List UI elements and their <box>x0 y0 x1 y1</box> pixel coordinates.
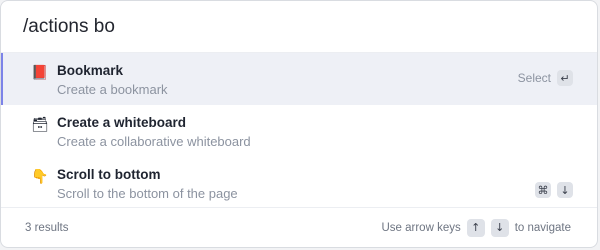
result-texts: Create a whiteboard Create a collaborati… <box>57 105 251 157</box>
hint-prefix: Use arrow keys <box>381 221 461 234</box>
result-description: Create a bookmark <box>57 82 168 97</box>
book-icon: 📕 <box>31 64 49 80</box>
results-list: 📕 Bookmark Create a bookmark Select ↵ 🗃 … <box>1 53 597 209</box>
palette-footer: 3 results Use arrow keys ↑ ↓ to navigate <box>1 207 597 247</box>
arrow-down-key-icon: ↓ <box>490 218 509 237</box>
result-title: Scroll to bottom <box>57 167 161 182</box>
card-file-box-icon: 🗃 <box>31 116 49 132</box>
enter-key-icon: ↵ <box>557 70 573 86</box>
result-description: Scroll to the bottom of the page <box>57 186 238 201</box>
command-palette: 📕 Bookmark Create a bookmark Select ↵ 🗃 … <box>0 0 598 248</box>
select-hint: Select ↵ <box>518 70 573 86</box>
result-texts: Scroll to bottom Scroll to the bottom of… <box>57 157 238 209</box>
pointing-down-hand-icon: 👇 <box>31 168 49 184</box>
command-key-icon: ⌘ <box>535 182 551 198</box>
arrow-down-key-icon: ↓ <box>557 182 573 198</box>
navigation-hint: Use arrow keys ↑ ↓ to navigate <box>381 218 571 237</box>
result-item-create-whiteboard[interactable]: 🗃 Create a whiteboard Create a collabora… <box>1 105 597 157</box>
search-row <box>1 1 597 53</box>
result-title: Create a whiteboard <box>57 115 187 130</box>
hint-suffix: to navigate <box>514 221 571 234</box>
arrow-up-key-icon: ↑ <box>466 218 485 237</box>
result-title: Bookmark <box>57 63 124 78</box>
results-count: 3 results <box>25 221 69 234</box>
result-item-bookmark[interactable]: 📕 Bookmark Create a bookmark Select ↵ <box>1 53 597 105</box>
select-label: Select <box>517 71 551 85</box>
result-description: Create a collaborative whiteboard <box>57 134 251 149</box>
result-texts: Bookmark Create a bookmark <box>57 53 168 105</box>
command-search-input[interactable] <box>23 15 563 38</box>
result-item-scroll-to-bottom[interactable]: 👇 Scroll to bottom Scroll to the bottom … <box>1 157 597 209</box>
shortcut-hint: ⌘ ↓ <box>535 182 573 198</box>
